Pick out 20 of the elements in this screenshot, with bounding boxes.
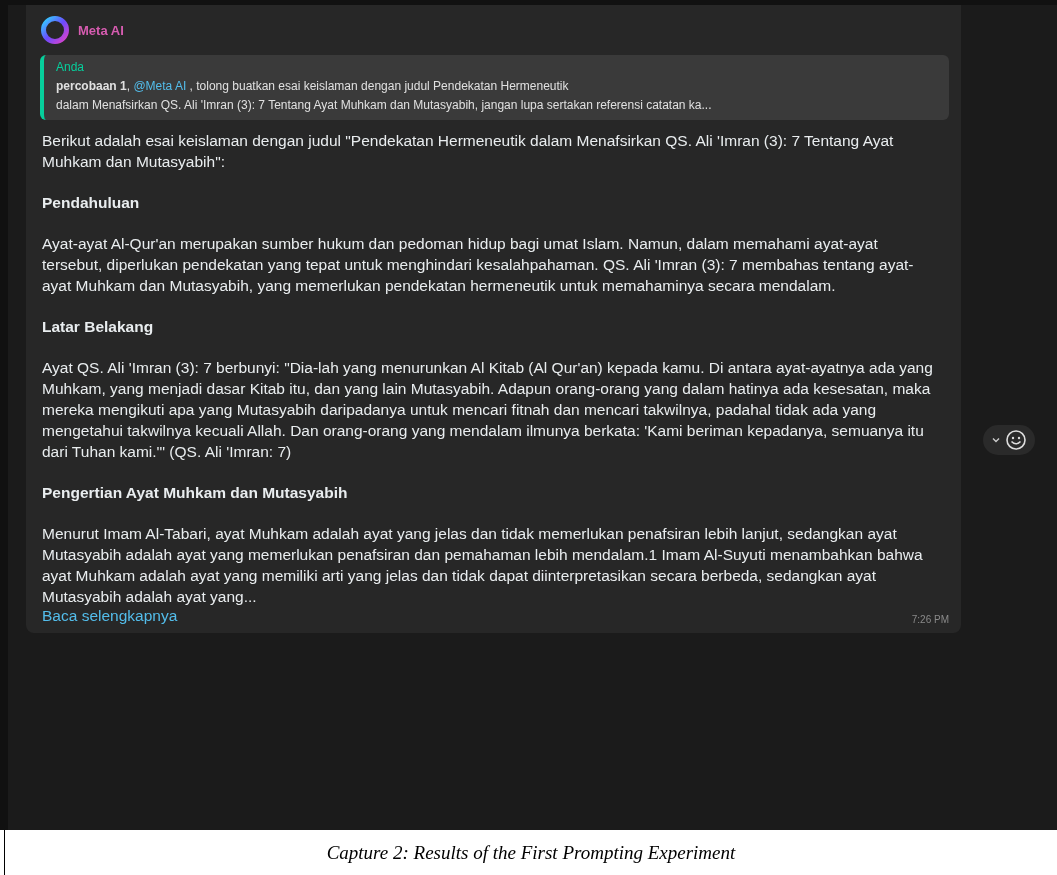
section-heading: Latar Belakang [42, 317, 155, 337]
section-heading: Pendahuluan [42, 193, 141, 213]
quote-text: dalam Menafsirkan QS. Ali 'Imran (3): 7 Tentang Ayat Muhkam dan Mutasyabih, jangan lupa sertakan referensi catatan ka... [56, 98, 713, 112]
reaction-button[interactable] [983, 425, 1035, 455]
ring-logo-icon [40, 15, 70, 45]
sender-name: Meta AI [78, 22, 124, 38]
message-time: 7:26 PM [911, 614, 949, 625]
quote-author: Anda [56, 60, 86, 74]
quote-text: percobaan 1, @Meta AI , tolong buatkan esai keislaman dengan judul Pendekatan Hermeneutik [56, 79, 570, 93]
message-paragraph: Ayat-ayat Al-Qur'an merupakan sumber hukum dan pedoman hidup bagi umat Islam. Namun, dalam memahami ayat-ayat tersebut, diperlukan pendekatan yang tepat untuk menghindari kesalahpahaman. QS. Ali 'Imran (3): 7 membahas tentang ayat-ayat Muhkam dan Mutasyabih, yang memerlukan pendekatan hermeneutik untuk memahaminya secara mendalam. [42, 234, 915, 296]
mention-link[interactable]: @Meta AI [133, 79, 187, 93]
chevron-down-icon [991, 435, 1001, 445]
smiley-icon [1005, 429, 1027, 451]
quoted-message[interactable] [40, 55, 949, 120]
read-more-link[interactable]: Baca selengkapnya [42, 607, 178, 625]
message-paragraph: Berikut adalah esai keislaman dengan judul "Pendekatan Hermeneutik dalam Menafsirkan QS. Ali 'Imran (3): 7 Tentang Ayat Muhkam dan Mutasyabih": [42, 131, 895, 172]
message-paragraph: Ayat QS. Ali 'Imran (3): 7 berbunyi: "Dia-lah yang menurunkan Al Kitab (Al Qur'an) kepada kamu. Di antara ayat-ayatnya ada yang Muhkam, yang menjadi dasar Kitab itu, dan yang lain Mutasyabih. Adapun orang-orang yang dalam hatinya ada kesesatan, maka mereka mengikuti apa yang Mutasyabih daripadanya untuk mencari fitnah dan mencari takwilnya, padahal tidak ada yang mengetahui takwilnya kecuali Allah. Dan orang-orang yang mendalam ilmunya berkata: 'Kami beriman kepadanya, semuanya itu dari Tuhan kami.'" (QS. Ali 'Imran: 7) [42, 358, 934, 462]
section-heading: Pengertian Ayat Muhkam dan Mutasyabih [42, 483, 349, 503]
message-paragraph: Menurut Imam Al-Tabari, ayat Muhkam adalah ayat yang jelas dan tidak memerlukan penafsiran lebih lanjut, sedangkan ayat Mutasyabih adalah ayat yang memerlukan penafsiran dan pemahaman lebih mendalam.1 Imam Al-Suyuti menambahkan bahwa ayat Muhkam adalah ayat yang memiliki arti yang jelas dan tidak dapat diinterpretasikan secara berbeda, sedangkan ayat Mutasyabih adalah ayat yang... [42, 524, 924, 607]
figure-caption: Capture 2: Results of the First Prompting Experiment [326, 841, 736, 864]
